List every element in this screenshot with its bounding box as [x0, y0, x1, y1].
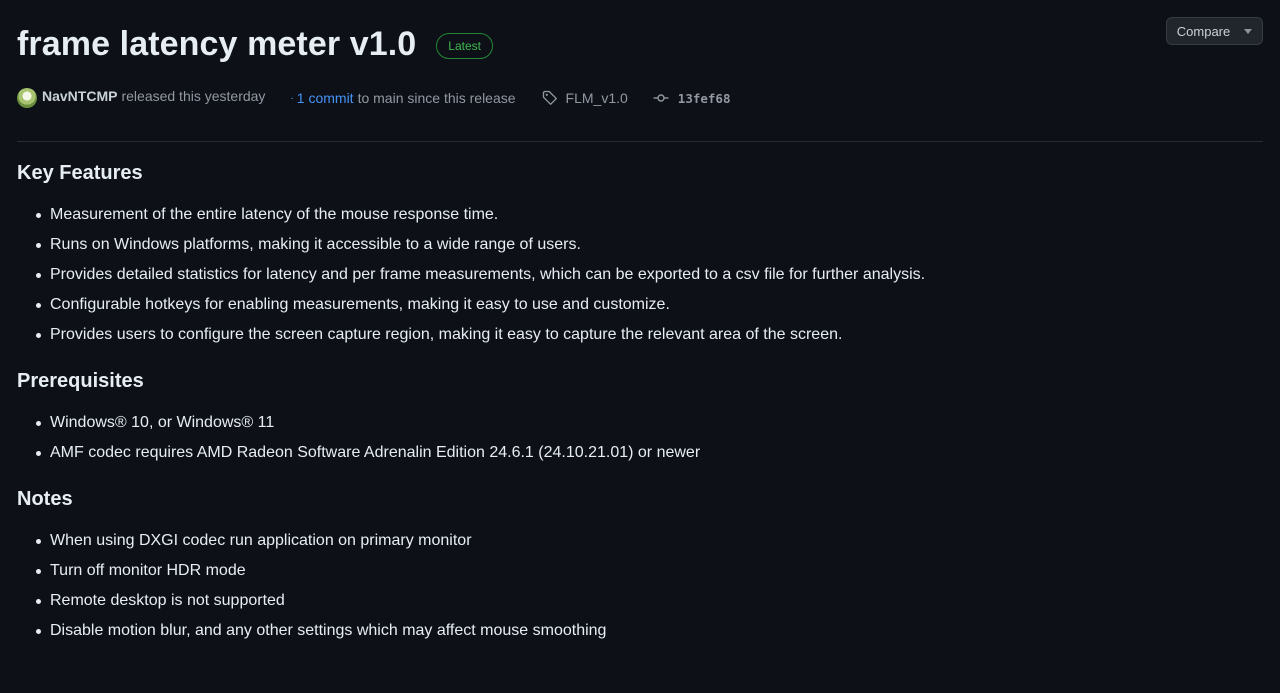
- latest-badge: Latest: [436, 33, 493, 59]
- release-title[interactable]: frame latency meter v1.0: [17, 22, 416, 66]
- meta-separator: ·: [290, 92, 294, 104]
- compare-button-label: Compare: [1176, 23, 1231, 39]
- list-item: Disable motion blur, and any other setti…: [36, 616, 1263, 646]
- avatar[interactable]: [17, 88, 37, 108]
- author-link[interactable]: NavNTCMP: [42, 88, 117, 104]
- section-heading: Prerequisites: [17, 370, 144, 392]
- list-item: Provides users to configure the screen c…: [36, 320, 1263, 350]
- section-prerequisites: Prerequisites Windows® 10, or Windows® 1…: [17, 366, 1263, 468]
- release-meta: NavNTCMP released this yesterday · 1 com…: [17, 86, 730, 110]
- section-notes: Notes When using DXGI codec run applicat…: [17, 484, 1263, 646]
- commits-link[interactable]: 1 commit: [297, 90, 354, 106]
- compare-button[interactable]: Compare: [1166, 17, 1263, 45]
- commit-sha: 13fef68: [677, 90, 731, 106]
- tag-icon: [542, 90, 557, 105]
- feature-list: Measurement of the entire latency of the…: [17, 200, 1263, 350]
- tag-name: FLM_v1.0: [565, 90, 628, 106]
- tag-link[interactable]: FLM_v1.0: [542, 90, 628, 106]
- list-item: Remote desktop is not supported: [36, 586, 1263, 616]
- list-item: Measurement of the entire latency of the…: [36, 200, 1263, 230]
- prerequisites-list: Windows® 10, or Windows® 11 AMF codec re…: [17, 408, 1263, 468]
- section-heading: Notes: [17, 488, 73, 510]
- release-notes: Key Features Measurement of the entire l…: [17, 158, 1263, 662]
- commits-suffix: to main since this release: [357, 90, 516, 106]
- released-text: released this yesterday: [121, 88, 266, 104]
- chevron-down-icon: [1244, 28, 1253, 34]
- list-item: Turn off monitor HDR mode: [36, 556, 1263, 586]
- section-key-features: Key Features Measurement of the entire l…: [17, 158, 1263, 350]
- git-commit-icon: [653, 94, 669, 102]
- list-item: AMF codec requires AMD Radeon Software A…: [36, 438, 1263, 468]
- release-page: frame latency meter v1.0 Latest Compare …: [0, 0, 1280, 693]
- list-item: When using DXGI codec run application on…: [36, 526, 1263, 556]
- notes-list: When using DXGI codec run application on…: [17, 526, 1263, 646]
- list-item: Configurable hotkeys for enabling measur…: [36, 290, 1263, 320]
- list-item: Provides detailed statistics for latency…: [36, 260, 1263, 290]
- list-item: Windows® 10, or Windows® 11: [36, 408, 1263, 438]
- commit-sha-link[interactable]: 13fef68: [653, 90, 731, 106]
- list-item: Runs on Windows platforms, making it acc…: [36, 230, 1263, 260]
- release-header: frame latency meter v1.0 Latest: [17, 22, 493, 66]
- divider: [17, 141, 1263, 142]
- section-heading: Key Features: [17, 162, 143, 184]
